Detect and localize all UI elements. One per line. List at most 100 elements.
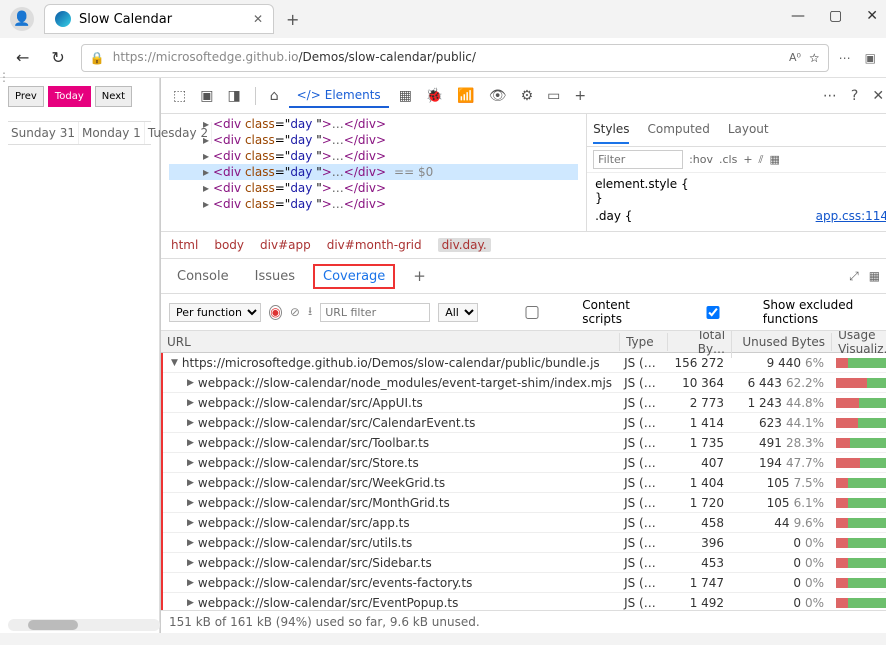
coverage-row[interactable]: ▶webpack://slow-calendar/src/WeekGrid.ts… <box>163 473 886 493</box>
home-icon[interactable]: ⌂ <box>266 86 283 106</box>
dom-node[interactable]: ▸<div class="day ">…</div> <box>169 196 578 212</box>
more-icon[interactable]: ⋯ <box>839 51 851 65</box>
dock-drawer-icon[interactable]: ▦ <box>869 269 880 284</box>
browser-tab[interactable]: Slow Calendar ✕ <box>44 4 274 34</box>
coverage-header[interactable]: URL Type Total By… Unused Bytes Usage Vi… <box>161 331 886 353</box>
perf-icon[interactable]: 👁 <box>485 86 511 106</box>
add-drawer-tab-icon[interactable]: + <box>405 263 434 289</box>
bug-icon[interactable]: 🐞 <box>422 86 447 106</box>
styles-pane: Styles Computed Layout :hov .cls + ⫽ ▦ e… <box>586 114 886 231</box>
styles-tab[interactable]: Styles <box>593 116 629 144</box>
lock-icon: 🔒 <box>90 51 105 65</box>
dom-tree[interactable]: ▸<div class="day ">…</div>▸<div class="d… <box>161 114 586 231</box>
panel-icon[interactable]: ▭ <box>543 86 564 106</box>
next-button[interactable]: Next <box>95 86 132 107</box>
day-header: Monday 1 <box>79 122 145 144</box>
type-filter-select[interactable]: All <box>438 303 478 322</box>
close-devtools-icon[interactable]: ✕ <box>868 86 886 106</box>
coverage-row[interactable]: ▶webpack://slow-calendar/node_modules/ev… <box>163 373 886 393</box>
content-scripts-checkbox[interactable]: Content scripts <box>486 298 658 326</box>
coverage-row[interactable]: ▶webpack://slow-calendar/src/app.tsJS (p… <box>163 513 886 533</box>
devtools-header: ⬚ ▣ ◨ ⌂ </>Elements ▦ 🐞 📶 👁 ⚙ ▭ + ⋯ ? ✕ <box>161 78 886 114</box>
status-bar: 151 kB of 161 kB (94%) used so far, 9.6 … <box>161 610 886 633</box>
coverage-row[interactable]: ▶webpack://slow-calendar/src/MonthGrid.t… <box>163 493 886 513</box>
crumb[interactable]: body <box>214 238 244 252</box>
new-tab-icon[interactable]: + <box>286 10 299 29</box>
today-button[interactable]: Today <box>48 86 91 107</box>
coverage-row[interactable]: ▼https://microsoftedge.github.io/Demos/s… <box>163 353 886 373</box>
dom-node[interactable]: ▸<div class="day ">…</div> <box>169 116 578 132</box>
coverage-row[interactable]: ▶webpack://slow-calendar/src/events-fact… <box>163 573 886 593</box>
show-excluded-checkbox[interactable]: Show excluded functions <box>667 298 886 326</box>
expand-drawer-icon[interactable]: ⤢ <box>849 269 859 284</box>
browser-actions: ⋯ ▣ <box>839 51 876 65</box>
dom-node[interactable]: ▸<div class="day ">…</div> <box>169 180 578 196</box>
add-rule-icon[interactable]: + <box>743 153 752 166</box>
tab-close-icon[interactable]: ✕ <box>253 12 263 26</box>
chip-icon[interactable]: ⚙ <box>517 86 538 106</box>
resize-handle[interactable]: ⋮ <box>0 70 10 84</box>
layout-tab[interactable]: Layout <box>728 116 769 144</box>
coverage-table: URL Type Total By… Unused Bytes Usage Vi… <box>161 331 886 610</box>
crumb[interactable]: div#app <box>260 238 311 252</box>
console-tab[interactable]: Console <box>169 265 237 288</box>
day-header: Sunday 31 <box>8 122 79 144</box>
back-icon[interactable]: ← <box>10 44 35 71</box>
coverage-row[interactable]: ▶webpack://slow-calendar/src/AppUI.tsJS … <box>163 393 886 413</box>
url-text: https://microsoftedge.github.io/Demos/sl… <box>113 50 781 65</box>
window-controls: — ▢ ✕ <box>791 8 878 24</box>
add-tab-icon[interactable]: + <box>570 86 590 106</box>
help-icon[interactable]: ? <box>847 86 862 106</box>
minimize-icon[interactable]: — <box>791 8 805 24</box>
dock-icon[interactable]: ◨ <box>223 86 244 106</box>
prev-button[interactable]: Prev <box>8 86 44 107</box>
expand-icon[interactable]: ▦ <box>769 153 779 166</box>
url-field[interactable]: 🔒 https://microsoftedge.github.io/Demos/… <box>81 44 829 72</box>
coverage-tab[interactable]: Coverage <box>313 264 395 289</box>
profile-icon[interactable]: 👤 <box>10 7 34 31</box>
scrollbar[interactable] <box>8 619 160 631</box>
tab-strip: 👤 Slow Calendar ✕ + <box>0 0 886 38</box>
breadcrumb: html body div#app div#month-grid div.day… <box>161 232 886 259</box>
coverage-toolbar: Per function ◉ ⊘ ⭳ All Content scripts S… <box>161 294 886 331</box>
close-icon[interactable]: ✕ <box>866 8 878 24</box>
coverage-row[interactable]: ▶webpack://slow-calendar/src/EventPopup.… <box>163 593 886 610</box>
clear-icon[interactable]: ⊘ <box>290 305 300 319</box>
reader-icon[interactable]: A⁰ <box>789 51 801 64</box>
coverage-row[interactable]: ▶webpack://slow-calendar/src/Store.tsJS … <box>163 453 886 473</box>
crumb-selected[interactable]: div.day. <box>438 238 491 252</box>
dom-node[interactable]: ▸<div class="day ">…</div> <box>169 132 578 148</box>
coverage-row[interactable]: ▶webpack://slow-calendar/src/Toolbar.tsJ… <box>163 433 886 453</box>
cls-toggle[interactable]: .cls <box>719 153 737 166</box>
devtools: ⬚ ▣ ◨ ⌂ </>Elements ▦ 🐞 📶 👁 ⚙ ▭ + ⋯ ? ✕ … <box>160 78 886 633</box>
hov-toggle[interactable]: :hov <box>689 153 713 166</box>
address-bar: ← ↻ 🔒 https://microsoftedge.github.io/De… <box>0 38 886 78</box>
wifi-icon[interactable]: 📶 <box>453 86 478 106</box>
collections-icon[interactable]: ▣ <box>865 51 876 65</box>
record-icon[interactable]: ◉ <box>269 305 282 320</box>
maximize-icon[interactable]: ▢ <box>829 8 842 24</box>
issues-tab[interactable]: Issues <box>247 265 303 288</box>
crumb[interactable]: div#month-grid <box>327 238 422 252</box>
styles-rules[interactable]: element.style { } .day {app.css:114 <box>587 173 886 227</box>
export-icon[interactable]: ⭳ <box>308 302 312 323</box>
coverage-row[interactable]: ▶webpack://slow-calendar/src/utils.tsJS … <box>163 533 886 553</box>
dom-node[interactable]: ▸<div class="day ">…</div> <box>169 148 578 164</box>
coverage-row[interactable]: ▶webpack://slow-calendar/src/CalendarEve… <box>163 413 886 433</box>
more-icon[interactable]: ⋯ <box>819 86 841 106</box>
refresh-icon[interactable]: ↻ <box>45 44 70 71</box>
inspect-icon[interactable]: ⬚ <box>169 86 190 106</box>
device-icon[interactable]: ▣ <box>196 86 217 106</box>
paint-icon[interactable]: ⫽ <box>759 153 764 167</box>
elements-tab[interactable]: </>Elements <box>289 84 389 108</box>
dom-node[interactable]: ▸<div class="day ">…</div>== $0 <box>169 164 578 180</box>
star-icon[interactable]: ☆ <box>809 51 820 65</box>
app-icon[interactable]: ▦ <box>395 86 416 106</box>
crumb[interactable]: html <box>171 238 198 252</box>
coverage-mode-select[interactable]: Per function <box>169 303 261 322</box>
computed-tab[interactable]: Computed <box>647 116 709 144</box>
styles-filter-input[interactable] <box>593 150 683 169</box>
coverage-row[interactable]: ▶webpack://slow-calendar/src/Sidebar.tsJ… <box>163 553 886 573</box>
source-link[interactable]: app.css:114 <box>816 209 886 223</box>
url-filter-input[interactable] <box>320 303 430 322</box>
